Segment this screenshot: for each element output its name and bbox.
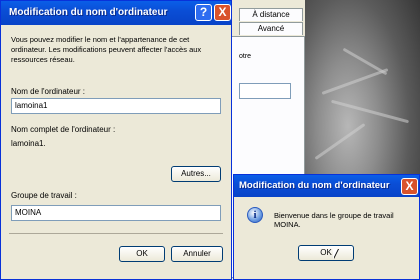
partial-field xyxy=(239,83,291,99)
workgroup-label: Groupe de travail : xyxy=(11,191,77,200)
message-close-button[interactable]: X xyxy=(401,178,418,195)
description-text: Vous pouvez modifier le nom et l'apparte… xyxy=(11,35,202,64)
dialog-titlebar: Modification du nom d'ordinateur ? X xyxy=(1,1,231,25)
divider xyxy=(9,233,223,234)
full-name-label: Nom complet de l'ordinateur : xyxy=(11,125,116,134)
message-title: Modification du nom d'ordinateur xyxy=(239,180,390,191)
mouse-cursor-icon xyxy=(333,249,338,259)
tab-advanced[interactable]: Avancé xyxy=(239,22,303,35)
help-button[interactable]: ? xyxy=(195,4,212,21)
tab-remote[interactable]: À distance xyxy=(239,8,303,21)
computer-name-dialog: Modification du nom d'ordinateur ? X Vou… xyxy=(0,0,232,280)
computer-name-input[interactable]: lamoina1 xyxy=(11,98,221,114)
message-titlebar: Modification du nom d'ordinateur X xyxy=(234,175,419,197)
message-ok-button[interactable]: OK xyxy=(298,245,354,261)
welcome-message-box: Modification du nom d'ordinateur X i Bie… xyxy=(233,174,420,280)
dialog-title: Modification du nom d'ordinateur xyxy=(9,7,168,18)
cancel-button[interactable]: Annuler xyxy=(171,246,223,262)
message-text: Bienvenue dans le groupe de travail MOIN… xyxy=(274,211,394,229)
computer-name-label: Nom de l'ordinateur : xyxy=(11,87,86,96)
partial-text: otre xyxy=(239,53,252,60)
full-name-value: lamoina1. xyxy=(11,139,46,148)
info-icon: i xyxy=(247,207,263,223)
workgroup-input[interactable]: MOINA xyxy=(11,205,221,221)
more-button[interactable]: Autres... xyxy=(171,166,221,182)
close-button[interactable]: X xyxy=(214,4,231,21)
ok-button[interactable]: OK xyxy=(119,246,165,262)
